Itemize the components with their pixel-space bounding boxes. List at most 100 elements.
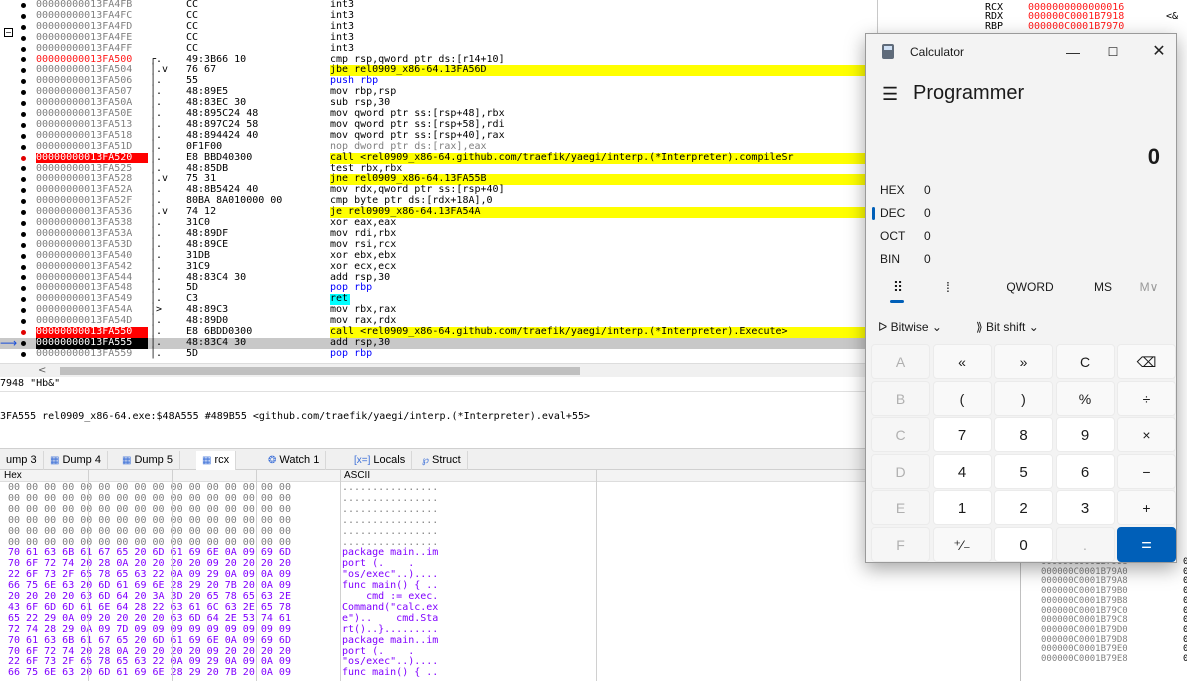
key-⌫[interactable]: ⌫ bbox=[1117, 344, 1176, 379]
key-1[interactable]: 1 bbox=[932, 490, 992, 525]
tab-ump-3[interactable]: ump 3 bbox=[0, 451, 44, 470]
close-button[interactable]: ✕ bbox=[1144, 42, 1174, 62]
scroll-thumb[interactable] bbox=[60, 367, 580, 375]
stack-row[interactable]: 000000C0001B79D0 0000 bbox=[1041, 625, 1187, 634]
disasm-row[interactable]: 00000000013FA542 │. 31C9 xor ecx,ecx bbox=[0, 261, 877, 273]
minimize-button[interactable]: — bbox=[1058, 42, 1088, 62]
calculator-titlebar[interactable]: Calculator — ☐ ✕ bbox=[866, 34, 1176, 70]
bitwise-dropdown[interactable]: ᐅ Bitwise ⌄ bbox=[878, 314, 970, 340]
breakpoint-dot[interactable] bbox=[21, 242, 26, 248]
key-6[interactable]: 6 bbox=[1055, 453, 1115, 489]
key-÷[interactable]: ÷ bbox=[1117, 380, 1176, 416]
breakpoint-dot[interactable] bbox=[21, 101, 26, 107]
key-7[interactable]: 7 bbox=[932, 417, 992, 452]
breakpoint-dot[interactable] bbox=[21, 57, 26, 63]
hex-row[interactable]: 72 74 28 29 0A 09 7D 09 09 09 09 09 09 0… bbox=[0, 624, 1020, 636]
tab-rcx[interactable]: ▦ rcx bbox=[196, 451, 237, 470]
breakpoint-dot[interactable] bbox=[21, 111, 26, 117]
key-+[interactable]: + bbox=[1117, 490, 1176, 525]
key-9[interactable]: 9 bbox=[1055, 417, 1115, 452]
breakpoint-dot[interactable] bbox=[21, 79, 26, 85]
breakpoint-dot[interactable] bbox=[21, 177, 26, 183]
key-hex-d[interactable]: D bbox=[871, 453, 930, 489]
breakpoint-dot[interactable] bbox=[21, 340, 26, 346]
breakpoint-dot[interactable] bbox=[21, 13, 26, 19]
hex-row[interactable]: 66 75 6E 63 20 6D 61 69 6E 28 29 20 7B 2… bbox=[0, 667, 1020, 679]
register-value[interactable]: 000000C0001B7970 bbox=[1028, 21, 1124, 32]
breakpoint-dot[interactable] bbox=[21, 286, 26, 292]
breakpoint-dot[interactable] bbox=[21, 46, 26, 52]
key-»[interactable]: » bbox=[994, 344, 1053, 379]
breakpoint-dot[interactable] bbox=[21, 2, 26, 8]
memory-dropdown-button[interactable]: M∨ bbox=[1134, 274, 1164, 300]
disassembly-view[interactable]: 00000000013FA4FB CC int3 00000000013FA4FC CC… bbox=[0, 0, 878, 363]
maximize-button[interactable]: ☐ bbox=[1098, 42, 1128, 62]
breakpoint-dot[interactable] bbox=[21, 319, 26, 325]
breakpoint-dot[interactable] bbox=[21, 220, 26, 226]
key-)[interactable]: ) bbox=[994, 380, 1053, 416]
stack-row[interactable]: 000000C0001B79A0 0000 bbox=[1041, 567, 1187, 576]
breakpoint-dot[interactable] bbox=[21, 24, 26, 30]
key-8[interactable]: 8 bbox=[994, 417, 1053, 452]
key-×[interactable]: × bbox=[1117, 417, 1176, 452]
breakpoint-dot[interactable] bbox=[21, 297, 26, 303]
key-4[interactable]: 4 bbox=[932, 453, 992, 489]
collapse-toggle-icon[interactable]: − bbox=[4, 28, 13, 37]
breakpoint-dot[interactable] bbox=[21, 329, 26, 335]
radix-dec[interactable]: DEC 0 bbox=[872, 202, 1000, 224]
breakpoint-dot[interactable] bbox=[21, 275, 26, 281]
breakpoint-dot[interactable] bbox=[21, 90, 26, 96]
key-2[interactable]: 2 bbox=[994, 490, 1053, 525]
breakpoint-dot[interactable] bbox=[21, 133, 26, 139]
breakpoint-dot[interactable] bbox=[21, 144, 26, 150]
hamburger-menu-icon[interactable]: ☰ bbox=[882, 84, 898, 105]
radix-oct[interactable]: OCT 0 bbox=[880, 225, 1000, 247]
breakpoint-dot[interactable] bbox=[21, 199, 26, 205]
hex-row[interactable]: 70 61 63 6B 61 67 65 20 6D 61 69 6E 0A 0… bbox=[0, 635, 1020, 647]
breakpoint-dot[interactable] bbox=[21, 68, 26, 74]
radix-hex[interactable]: HEX 0 bbox=[880, 179, 1000, 201]
key-−[interactable]: − bbox=[1117, 453, 1176, 489]
disasm-row[interactable]: 00000000013FA540 │. 31DB xor ebx,ebx bbox=[0, 250, 877, 262]
key-%[interactable]: % bbox=[1055, 380, 1115, 416]
key-⁺⁄₋[interactable]: ⁺⁄₋ bbox=[932, 526, 992, 562]
disasm-row[interactable]: 00000000013FA520 │. E8 BBD40300 call <rel09… bbox=[0, 152, 877, 164]
breakpoint-dot[interactable] bbox=[21, 122, 26, 128]
key-5[interactable]: 5 bbox=[994, 453, 1053, 489]
stack-row[interactable]: 000000C0001B79E0 0000 bbox=[1041, 645, 1187, 654]
key-hex-e[interactable]: E bbox=[871, 490, 930, 525]
key-([interactable]: ( bbox=[932, 380, 992, 416]
tab-struct[interactable]: ℘ Struct bbox=[416, 451, 468, 470]
breakpoint-dot[interactable] bbox=[21, 188, 26, 194]
tab-dump-4[interactable]: ▦ Dump 4 bbox=[44, 451, 108, 470]
key-«[interactable]: « bbox=[932, 344, 992, 379]
radix-bin[interactable]: BIN 0 bbox=[880, 248, 1000, 270]
key-hex-f[interactable]: F bbox=[871, 526, 930, 562]
disasm-row[interactable]: 00000000013FA51D │. 0F1F00 nop dword ptr ds… bbox=[0, 141, 877, 153]
memory-store-button[interactable]: MS bbox=[1088, 274, 1118, 300]
key-0[interactable]: 0 bbox=[994, 526, 1053, 562]
breakpoint-dot[interactable] bbox=[21, 264, 26, 270]
bitshift-dropdown[interactable]: ⟫ Bit shift ⌄ bbox=[976, 314, 1076, 340]
breakpoint-dot[interactable] bbox=[21, 35, 26, 41]
disasm-row[interactable]: 00000000013FA4FE CC int3 bbox=[0, 32, 877, 44]
breakpoint-dot[interactable] bbox=[21, 210, 26, 216]
tab-locals[interactable]: [x=] Locals bbox=[348, 451, 413, 470]
disasm-row[interactable]: 00000000013FA559 │. 5D pop rbp bbox=[0, 348, 877, 360]
key-C[interactable]: C bbox=[1055, 344, 1115, 379]
key-hex-c[interactable]: C bbox=[871, 417, 930, 452]
breakpoint-dot[interactable] bbox=[21, 308, 26, 314]
key-equals[interactable]: = bbox=[1117, 526, 1176, 562]
key-hex-a[interactable]: A bbox=[871, 344, 930, 379]
breakpoint-dot[interactable] bbox=[21, 155, 26, 161]
stack-row[interactable]: 000000C0001B79D8 0000 bbox=[1041, 635, 1187, 644]
breakpoint-dot[interactable] bbox=[21, 253, 26, 259]
stack-row[interactable]: 000000C0001B79A8 0000 bbox=[1041, 577, 1187, 586]
stack-row[interactable]: 000000C0001B79C0 0000 bbox=[1041, 606, 1187, 615]
stack-row[interactable]: 000000C0001B79B0 0000 bbox=[1041, 586, 1187, 595]
breakpoint-dot[interactable] bbox=[21, 231, 26, 237]
disassembly-hscrollbar[interactable]: < bbox=[0, 363, 878, 377]
stack-row[interactable]: 000000C0001B79C8 0000 bbox=[1041, 616, 1187, 625]
key-3[interactable]: 3 bbox=[1055, 490, 1115, 525]
bit-toggle-keypad-icon[interactable]: ⁞ bbox=[938, 274, 958, 300]
